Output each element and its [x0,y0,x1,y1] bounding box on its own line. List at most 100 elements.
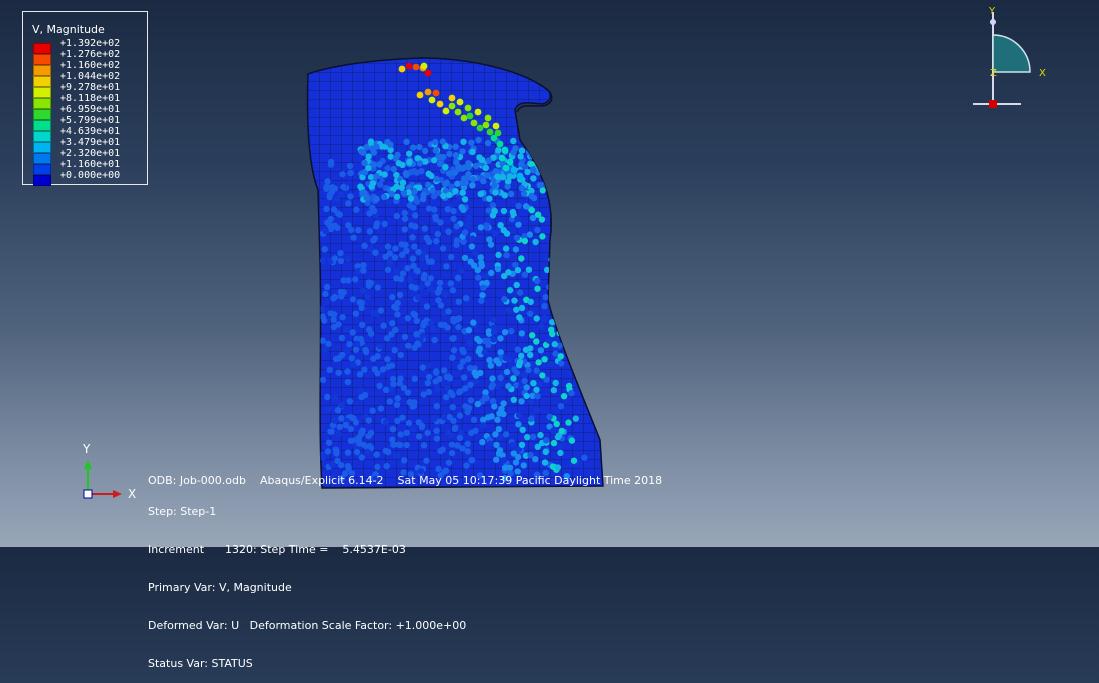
particle [439,138,446,145]
particle [480,284,487,291]
particle [554,433,562,441]
particle [558,427,565,435]
particle [338,293,345,300]
particle [335,321,342,328]
particle [468,429,475,436]
particle [392,326,399,334]
particle [514,215,521,222]
particle [551,298,558,306]
particle [453,223,460,230]
particle [370,149,378,156]
particle [428,172,435,180]
particle [432,138,439,146]
particle [352,419,359,426]
particle [415,248,422,256]
particle [335,430,342,438]
particle [371,235,378,242]
particle [516,289,524,296]
particle [397,431,404,438]
particle [565,419,572,426]
particle [528,415,535,422]
particle [527,298,534,305]
particle [534,392,541,400]
particle [345,277,352,284]
particle [449,354,456,361]
particle [546,284,553,291]
particle [451,169,458,176]
particle [467,397,475,404]
particle [541,314,548,322]
particle [326,191,334,198]
axis-y-label: Y [82,442,91,456]
particle [449,335,456,342]
particle [452,152,460,159]
particle [475,136,482,144]
particle [531,194,538,202]
particle [396,291,404,299]
particle [515,411,523,419]
particle [448,102,456,110]
particle [405,419,413,427]
particle [450,347,458,354]
particle [350,234,357,241]
particle [431,415,438,422]
particle [459,148,466,155]
particle [477,190,484,198]
particle [455,298,462,305]
particle [534,277,541,285]
status-increment: Increment 1320: Step Time = 5.4537E-03 [148,543,406,556]
particle [389,426,397,433]
particle [394,311,401,318]
particle [476,337,483,345]
particle [421,249,428,256]
status-status-var: Status Var: STATUS [148,657,253,670]
particle [345,200,352,207]
particle [524,168,531,176]
particle [350,361,357,368]
particle [446,150,453,158]
particle [401,226,408,233]
particle [377,405,385,412]
particle [465,327,473,334]
particle [496,140,504,148]
particle [403,429,410,436]
particle [338,402,345,409]
particle [479,292,486,299]
particle [333,195,341,203]
particle [532,238,539,246]
particle [454,442,461,449]
particle [360,267,367,274]
particle [425,373,433,381]
particle [468,139,475,146]
particle [543,437,550,444]
particle [391,254,399,261]
particle [449,287,457,294]
particle [432,378,439,385]
particle [432,213,439,220]
particle [452,143,459,150]
particle [331,417,339,424]
particle [505,383,512,390]
particle [489,202,497,209]
particle [323,183,330,191]
particle [507,190,515,198]
particle [420,391,427,398]
particle [352,276,359,283]
particle [433,435,441,442]
particle [342,421,350,429]
particle [425,181,432,189]
particle [379,366,387,373]
particle [380,193,388,201]
particle [324,393,331,401]
particle [505,269,512,276]
particle [399,270,407,277]
particle [489,397,497,405]
particle [331,293,339,301]
view-triad: Y Z X [973,6,1046,108]
particle [518,441,526,448]
particle [465,170,472,178]
particle [361,391,369,399]
particle [419,332,426,339]
particle [558,360,565,367]
particle [452,424,459,431]
